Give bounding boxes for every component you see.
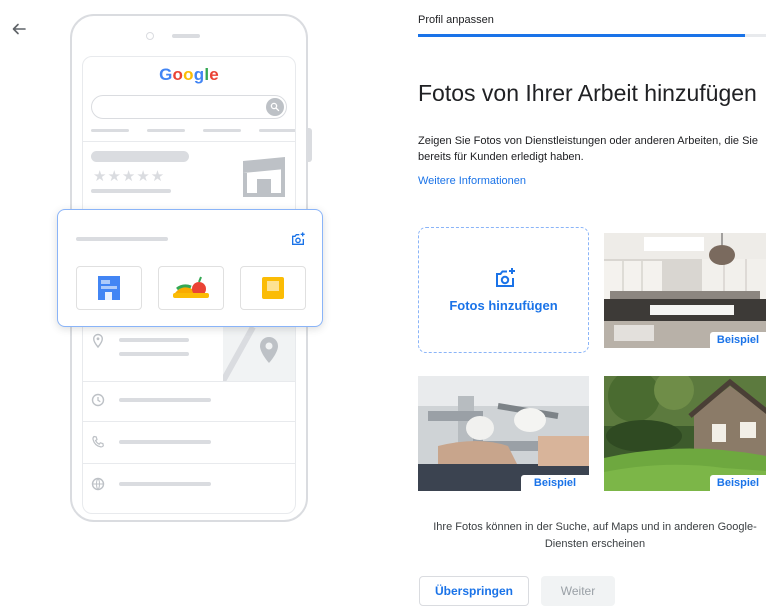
divider xyxy=(83,421,295,422)
add-photos-label: Fotos hinzufügen xyxy=(449,298,558,313)
text-placeholder xyxy=(91,189,171,193)
more-info-link[interactable]: Weitere Informationen xyxy=(418,175,526,187)
tab-placeholder xyxy=(91,129,129,132)
logo-letter: G xyxy=(159,65,173,84)
tab-placeholder xyxy=(259,129,295,132)
photo-tile xyxy=(158,266,224,310)
phone-icon xyxy=(91,435,105,454)
search-icon xyxy=(266,98,284,116)
progress-label: Profil anpassen xyxy=(418,14,494,26)
rating-stars: ★★★★★ xyxy=(93,168,166,185)
logo-letter: e xyxy=(209,65,219,84)
location-pin-icon xyxy=(91,333,105,354)
globe-icon xyxy=(91,477,105,496)
divider xyxy=(83,381,295,382)
note-icon xyxy=(262,277,284,299)
add-photo-icon xyxy=(496,268,515,287)
text-placeholder xyxy=(119,398,211,402)
add-photo-icon xyxy=(292,232,305,245)
photo-tile xyxy=(240,266,306,310)
example-photo-kitchen: Beispiel xyxy=(604,233,766,348)
photos-visibility-note: Ihre Fotos können in der Suche, auf Maps… xyxy=(433,521,757,550)
text-placeholder xyxy=(119,338,189,342)
progress-bar xyxy=(418,34,766,37)
search-bar-illustration xyxy=(91,95,287,119)
divider xyxy=(83,141,295,142)
example-badge: Beispiel xyxy=(710,332,766,348)
example-photo-plumbing: Beispiel xyxy=(418,376,589,491)
arrow-back-icon xyxy=(12,23,26,35)
next-button[interactable]: Weiter xyxy=(541,576,615,606)
progress-fill xyxy=(418,34,746,37)
text-placeholder xyxy=(119,352,189,356)
logo-letter: o xyxy=(172,65,184,84)
logo-letter: g xyxy=(193,65,205,84)
example-badge: Beispiel xyxy=(710,475,766,491)
google-logo: Google xyxy=(83,65,295,85)
example-photo-garden: Beispiel xyxy=(604,376,766,491)
storefront-icon xyxy=(243,157,285,197)
skip-button[interactable]: Überspringen xyxy=(419,576,529,606)
phone-side-button xyxy=(307,128,312,162)
page-title: Fotos von Ihrer Arbeit hinzufügen xyxy=(418,80,757,106)
divider xyxy=(83,463,295,464)
tab-placeholder xyxy=(147,129,185,132)
phone-speaker xyxy=(172,34,200,38)
photo-tile xyxy=(76,266,142,310)
add-photos-button[interactable]: Fotos hinzufügen xyxy=(418,227,589,353)
food-icon xyxy=(173,276,209,298)
text-placeholder xyxy=(76,237,168,241)
photos-highlight-card xyxy=(57,209,323,327)
text-placeholder xyxy=(119,482,211,486)
clock-icon xyxy=(91,393,105,412)
back-button[interactable] xyxy=(8,18,30,40)
business-name-placeholder xyxy=(91,151,189,162)
page-description: Zeigen Sie Fotos von Dienstleistungen od… xyxy=(418,135,758,163)
text-placeholder xyxy=(119,440,211,444)
tab-placeholder xyxy=(203,129,241,132)
storefront-icon xyxy=(98,276,120,300)
example-badge: Beispiel xyxy=(521,475,589,491)
logo-letter: o xyxy=(183,65,194,84)
map-thumbnail xyxy=(220,325,295,383)
phone-camera xyxy=(146,32,154,40)
